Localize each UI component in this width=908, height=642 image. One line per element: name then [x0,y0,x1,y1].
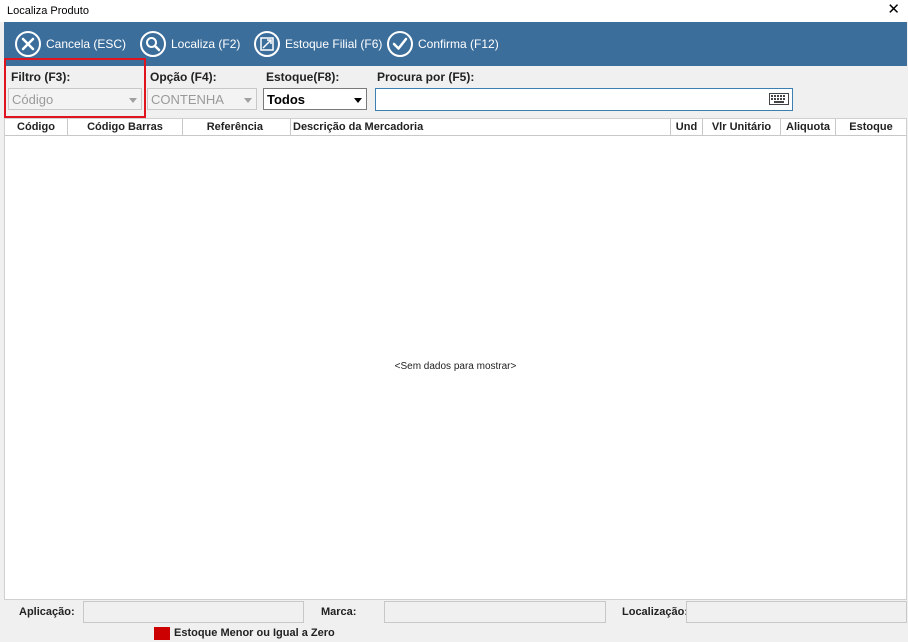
cancel-label: Cancela (ESC) [46,37,127,51]
col-und[interactable]: Und [671,119,703,135]
window-title: Localiza Produto [7,5,89,17]
expand-icon [254,31,280,57]
col-codigo[interactable]: Código [5,119,68,135]
locate-button[interactable]: Localiza (F2) [139,30,240,58]
col-descricao[interactable]: Descrição da Mercadoria [291,119,671,135]
confirm-label: Confirma (F12) [418,37,499,51]
grid-header: Código Código Barras Referência Descriçã… [5,119,906,136]
stock-branch-button[interactable]: Estoque Filial (F6) [253,30,382,58]
col-estoque[interactable]: Estoque [836,119,906,135]
confirm-button[interactable]: Confirma (F12) [386,30,499,58]
brand-value [384,601,606,623]
application-label: Aplicação: [19,606,75,618]
search-icon [140,31,166,57]
option-select[interactable]: CONTENHA [147,88,257,110]
chevron-down-icon [244,98,252,103]
empty-message: <Sem dados para mostrar> [394,361,517,372]
product-grid[interactable]: Código Código Barras Referência Descriçã… [4,118,907,600]
keyboard-icon[interactable] [769,93,789,105]
close-icon[interactable]: ✕ [887,1,900,19]
legend-label: Estoque Menor ou Igual a Zero [174,627,335,639]
stock-branch-label: Estoque Filial (F6) [285,37,383,51]
col-aliquota[interactable]: Aliquota [781,119,836,135]
location-value [686,601,907,623]
check-icon [387,31,413,57]
footer-info: Aplicação: Marca: Localização: [4,601,907,623]
filter-select[interactable]: Código [8,88,142,110]
legend-swatch [154,626,170,640]
col-codigo-barras[interactable]: Código Barras [68,119,183,135]
cancel-icon [15,31,41,57]
cancel-button[interactable]: Cancela (ESC) [14,30,126,58]
stock-value: Todos [267,92,306,107]
application-value [83,601,304,623]
toolbar: Cancela (ESC) Localiza (F2) Estoque Fili… [4,22,907,66]
brand-label: Marca: [321,606,357,618]
filter-label: Filtro (F3): [11,70,71,84]
col-vlr-unitario[interactable]: Vlr Unitário [703,119,781,135]
col-referencia[interactable]: Referência [183,119,291,135]
title-bar: Localiza Produto ✕ [0,0,908,22]
stock-select[interactable]: Todos [263,88,367,110]
locate-label: Localiza (F2) [171,37,241,51]
option-label: Opção (F4): [150,70,217,84]
option-value: CONTENHA [151,92,224,107]
chevron-down-icon [354,98,362,103]
filter-value: Código [12,92,54,107]
search-field[interactable] [375,88,793,111]
chevron-down-icon [129,98,137,103]
stock-label: Estoque(F8): [266,70,340,84]
location-label: Localização: [622,606,689,618]
legend: Estoque Menor ou Igual a Zero [154,626,335,640]
filter-bar: Filtro (F3): Código Opção (F4): CONTENHA… [4,66,907,118]
search-input[interactable] [378,91,764,107]
search-label: Procura por (F5): [377,70,475,84]
